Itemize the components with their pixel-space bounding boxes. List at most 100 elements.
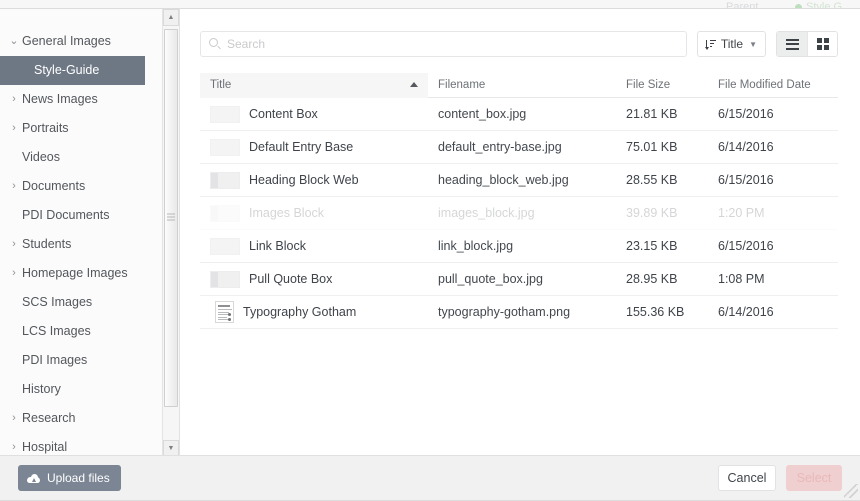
cell-modified-date: 6/15/2016 bbox=[718, 107, 774, 121]
cell-modified-date: 6/15/2016 bbox=[718, 239, 774, 253]
thumbnail-image bbox=[215, 301, 234, 323]
sidebar-scrollbar[interactable]: ▲ ▼ bbox=[162, 9, 179, 457]
sidebar-item-portraits[interactable]: › Portraits bbox=[0, 114, 163, 143]
cell-title: Link Block bbox=[200, 237, 428, 255]
sidebar-item-documents[interactable]: › Documents bbox=[0, 172, 163, 201]
file-title-label: Images Block bbox=[249, 206, 325, 220]
sidebar-item-label: News Images bbox=[22, 92, 98, 106]
chevron-right-icon[interactable]: › bbox=[8, 259, 20, 288]
cell-modified-date: 1:08 PM bbox=[718, 272, 765, 286]
sidebar-item-videos[interactable]: Videos bbox=[0, 143, 163, 172]
media-picker-dialog: ⌄ General Images Style-Guide › News Images › P… bbox=[0, 8, 860, 501]
cell-filename: typography-gotham.png bbox=[438, 305, 571, 319]
table-row[interactable]: Link Block link_block.jpg 23.15 KB 6/15/201… bbox=[200, 230, 838, 263]
sidebar-item-label: Documents bbox=[22, 179, 86, 193]
sidebar-item-research[interactable]: › Research bbox=[0, 404, 163, 433]
column-header-modified-date[interactable]: File Modified Date bbox=[708, 79, 838, 91]
table-row[interactable]: Heading Block Web heading_block_web.jpg 28… bbox=[200, 164, 838, 197]
folder-tree[interactable]: ⌄ General Images Style-Guide › News Images › P… bbox=[0, 9, 163, 457]
column-header-title-label: Title bbox=[210, 78, 232, 91]
footer-actions: Cancel Select bbox=[718, 465, 842, 491]
cell-filesize: 39.89 KB bbox=[626, 206, 678, 220]
table-row[interactable]: Typography Gotham typography-gotham.png 15… bbox=[200, 296, 838, 329]
table-body: Content Box content_box.jpg 21.81 KB 6/15/2… bbox=[200, 98, 838, 329]
cell-filesize: 28.95 KB bbox=[626, 272, 678, 286]
cell-filesize: 28.55 KB bbox=[626, 173, 678, 187]
cell-filename: images_block.jpg bbox=[438, 206, 535, 220]
scrollbar-thumb[interactable] bbox=[164, 29, 178, 407]
chevron-right-icon[interactable]: › bbox=[8, 230, 20, 259]
dialog-footer: Upload files Cancel Select bbox=[0, 455, 860, 500]
column-header-modified-date-label: File Modified Date bbox=[718, 79, 811, 91]
grid-view-button[interactable] bbox=[807, 32, 837, 56]
cell-title: Heading Block Web bbox=[200, 171, 428, 189]
cell-filename: content_box.jpg bbox=[438, 107, 527, 121]
sidebar-item-scs-images[interactable]: SCS Images bbox=[0, 288, 163, 317]
list-view-button[interactable] bbox=[777, 32, 807, 56]
chevron-right-icon[interactable]: › bbox=[8, 114, 20, 143]
sidebar-item-label: Hospital bbox=[22, 440, 68, 454]
upload-files-button[interactable]: Upload files bbox=[18, 465, 121, 491]
cell-filesize: 23.15 KB bbox=[626, 239, 678, 253]
cell-modified-date: 6/14/2016 bbox=[718, 140, 774, 154]
sort-button[interactable]: Title ▼ bbox=[696, 31, 766, 57]
file-title-label: Typography Gotham bbox=[243, 305, 357, 319]
resize-handle[interactable] bbox=[844, 484, 858, 498]
browser-toolbar: Title ▼ bbox=[200, 31, 838, 57]
sidebar-item-news-images[interactable]: › News Images bbox=[0, 85, 163, 114]
cell-filesize: 21.81 KB bbox=[626, 107, 678, 121]
file-table: Title Filename File Size File Modified D… bbox=[200, 72, 838, 329]
thumbnail-image bbox=[210, 138, 240, 156]
chevron-right-icon[interactable]: › bbox=[8, 404, 20, 433]
sidebar-item-homepage-images[interactable]: › Homepage Images bbox=[0, 259, 163, 288]
chevron-right-icon[interactable]: › bbox=[8, 433, 20, 457]
sidebar-item-general-images[interactable]: ⌄ General Images bbox=[0, 27, 163, 56]
chevron-right-icon[interactable]: › bbox=[8, 85, 20, 114]
sidebar-item-pdi-documents[interactable]: PDI Documents bbox=[0, 201, 163, 230]
table-row[interactable]: Pull Quote Box pull_quote_box.jpg 28.95 KB… bbox=[200, 263, 838, 296]
cell-filesize: 75.01 KB bbox=[626, 140, 678, 154]
column-header-filesize[interactable]: File Size bbox=[616, 79, 708, 91]
sort-ascending-caret-icon bbox=[410, 81, 418, 87]
cell-filename: link_block.jpg bbox=[438, 239, 514, 253]
sidebar-item-label: Students bbox=[22, 237, 72, 251]
list-view-icon bbox=[785, 38, 799, 50]
grid-view-icon bbox=[816, 38, 829, 50]
scroll-up-arrow-icon[interactable]: ▲ bbox=[163, 9, 179, 26]
search-field[interactable] bbox=[200, 31, 687, 57]
chevron-down-icon: ▼ bbox=[749, 39, 757, 49]
chevron-down-icon[interactable]: ⌄ bbox=[8, 27, 20, 56]
file-title-label: Default Entry Base bbox=[249, 140, 354, 154]
sidebar-item-label: PDI Documents bbox=[22, 208, 110, 222]
select-button: Select bbox=[786, 465, 842, 491]
sidebar-item-history[interactable]: History bbox=[0, 375, 163, 404]
sidebar-item-label: Style-Guide bbox=[34, 63, 100, 77]
table-row[interactable]: Default Entry Base default_entry-base.jpg… bbox=[200, 131, 838, 164]
search-icon bbox=[209, 38, 218, 47]
file-title-label: Content Box bbox=[249, 107, 318, 121]
dialog-body: ⌄ General Images Style-Guide › News Images › P… bbox=[0, 9, 860, 457]
sidebar-item-label: History bbox=[22, 382, 61, 396]
cell-modified-date: 6/15/2016 bbox=[718, 173, 774, 187]
sidebar-item-students[interactable]: › Students bbox=[0, 230, 163, 259]
folder-sidebar: ⌄ General Images Style-Guide › News Images › P… bbox=[0, 9, 180, 457]
table-row[interactable]: Images Block images_block.jpg 39.89 KB 1:20… bbox=[200, 197, 838, 230]
sort-ascending-icon bbox=[704, 39, 716, 50]
thumbnail-image bbox=[210, 171, 240, 189]
sidebar-item-pdi-images[interactable]: PDI Images bbox=[0, 346, 163, 375]
cell-filename: default_entry-base.jpg bbox=[438, 140, 562, 154]
sidebar-item-hospital[interactable]: › Hospital bbox=[0, 433, 163, 457]
sidebar-item-label: General Images bbox=[22, 34, 111, 48]
column-header-filename[interactable]: Filename bbox=[428, 79, 616, 91]
cancel-button[interactable]: Cancel bbox=[718, 465, 776, 491]
cell-title: Default Entry Base bbox=[200, 138, 428, 156]
chevron-right-icon[interactable]: › bbox=[8, 172, 20, 201]
view-mode-toggle bbox=[776, 31, 838, 57]
sidebar-item-label: Research bbox=[22, 411, 76, 425]
sidebar-item-lcs-images[interactable]: LCS Images bbox=[0, 317, 163, 346]
sort-button-label: Title bbox=[720, 37, 744, 51]
column-header-title[interactable]: Title bbox=[200, 72, 428, 98]
sidebar-item-style-guide[interactable]: Style-Guide bbox=[0, 56, 145, 85]
table-row[interactable]: Content Box content_box.jpg 21.81 KB 6/15/2… bbox=[200, 98, 838, 131]
search-input[interactable] bbox=[227, 37, 686, 51]
